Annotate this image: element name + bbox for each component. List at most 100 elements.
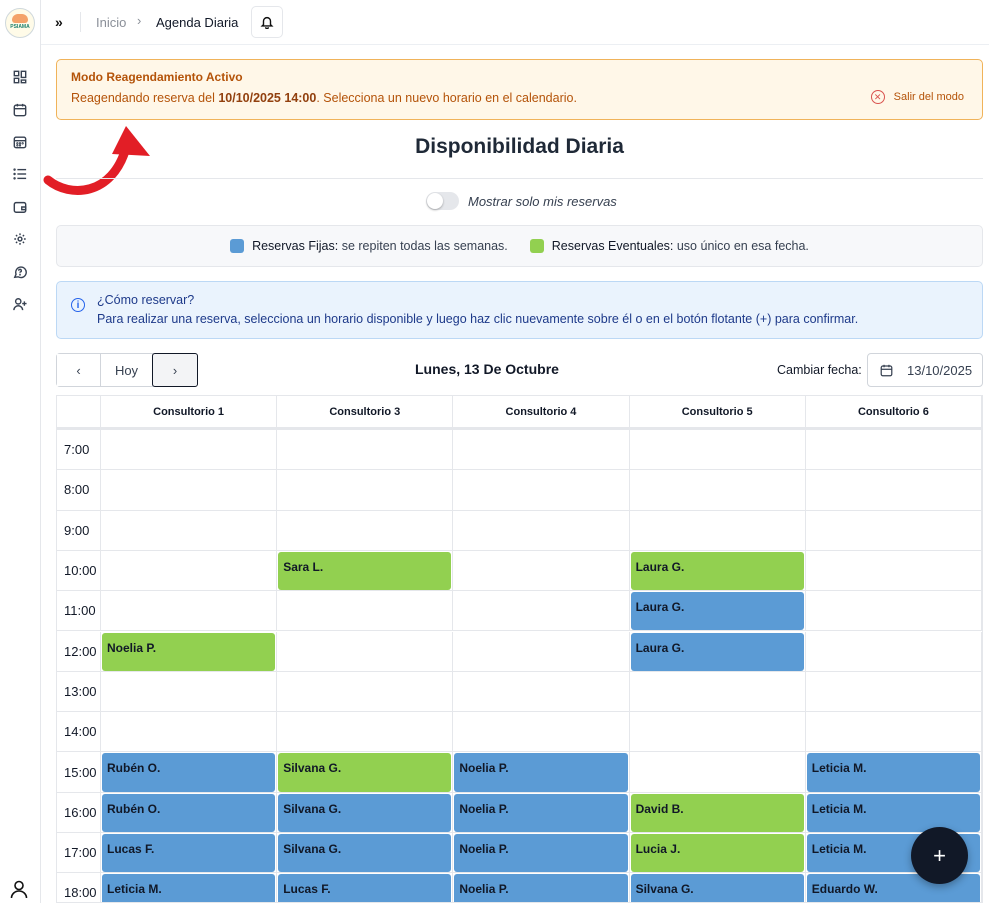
schedule-slot[interactable] [805,631,982,672]
schedule-slot[interactable] [101,430,278,471]
schedule-slot[interactable] [277,470,454,511]
previous-day-button[interactable]: ‹ [57,354,101,386]
schedule-slot[interactable] [629,510,806,551]
schedule-slot[interactable] [101,550,278,592]
schedule-slot[interactable] [629,430,806,471]
date-picker-input[interactable]: 13/10/2025 [867,353,983,387]
divider [80,12,81,32]
schedule-slot[interactable] [453,671,630,713]
reservation-fixed[interactable]: Leticia M. [102,874,276,902]
fixed-swatch [230,239,245,253]
reservation-fixed[interactable]: Noelia P. [454,834,628,873]
schedule-slot[interactable] [277,712,454,753]
legend-event: Reservas Eventuales: uso único en esa fe… [529,239,809,253]
list-icon[interactable] [11,165,29,183]
add-reservation-fab[interactable]: + [911,827,968,884]
user-profile-icon[interactable] [9,879,31,901]
schedule-slot[interactable] [629,712,806,753]
banner-title: Modo Reagendamiento Activo [71,70,243,84]
breadcrumb-current: Agenda Diaria [156,15,239,30]
schedule-slot[interactable] [629,752,806,793]
current-date-label: Lunes, 13 De Octubre [415,361,559,377]
reservation-fixed[interactable]: Laura G. [630,592,804,631]
reservation-event[interactable]: Laura G. [630,551,804,591]
page-title: Disponibilidad Diaria [415,135,624,158]
schedule-slot[interactable] [453,591,630,632]
app-logo[interactable]: PSIAMA [5,8,35,38]
toggle-label: Mostrar solo mis reservas [468,193,617,209]
schedule-slot[interactable] [101,591,278,632]
schedule-slot[interactable] [629,470,806,511]
schedule-slot[interactable] [453,550,630,592]
reservation-event[interactable]: Sara L. [278,551,452,591]
schedule-slot[interactable] [453,430,630,471]
schedule-slot[interactable] [277,430,454,471]
settings-gear-icon[interactable] [11,230,29,248]
reservation-fixed[interactable]: Lucas F. [278,874,452,902]
reservation-fixed[interactable]: Silvana G. [278,834,452,873]
time-slot-label: 10:00 [57,550,101,592]
reservation-event[interactable]: David B. [630,793,804,832]
reservation-fixed[interactable]: Silvana G. [630,874,804,902]
schedule-slot[interactable] [453,510,630,551]
breadcrumb-home-link[interactable]: Inicio [96,15,126,30]
banner-message: Reagendando reserva del 10/10/2025 14:00… [71,91,577,105]
schedule-slot[interactable] [453,470,630,511]
reservation-event[interactable]: Lucia J. [630,834,804,873]
reservation-fixed[interactable]: Rubén O. [102,753,276,792]
schedule-slot[interactable] [277,591,454,632]
next-day-button[interactable]: › [152,353,198,387]
schedule-slot[interactable] [805,671,982,713]
reschedule-mode-banner: Modo Reagendamiento Activo Reagendando r… [56,59,983,120]
add-user-icon[interactable] [11,295,29,313]
reservation-event[interactable]: Noelia P. [102,632,276,671]
reservation-fixed[interactable]: Noelia P. [454,874,628,902]
bell-icon [260,16,274,29]
logo-brain-icon [12,14,28,23]
reservation-fixed[interactable]: Noelia P. [454,753,628,792]
my-reservations-toggle-row: Mostrar solo mis reservas [426,192,617,210]
schedule-slot[interactable] [629,671,806,713]
reservation-fixed[interactable]: Rubén O. [102,793,276,832]
my-reservations-toggle[interactable] [426,192,459,210]
calendar-week-icon[interactable] [11,133,29,151]
schedule-slot[interactable] [805,712,982,753]
reservation-fixed[interactable]: Lucas F. [102,834,276,873]
schedule-slot[interactable] [453,712,630,753]
calendar-day-icon[interactable] [11,101,29,119]
schedule-slot[interactable] [805,591,982,632]
today-button[interactable]: Hoy [101,354,153,386]
schedule-slot[interactable] [277,510,454,551]
reservation-fixed[interactable]: Leticia M. [806,753,980,792]
logo-text: PSIAMA [10,24,30,30]
schedule-slot[interactable] [805,470,982,511]
calendar-icon [880,364,893,376]
notifications-button[interactable] [251,6,283,38]
schedule-slot[interactable] [453,631,630,672]
schedule-grid: Consultorio 1 Consultorio 3 Consultorio 4C… [56,395,983,903]
schedule-slot[interactable] [101,510,278,551]
reservation-legend: Reservas Fijas: se repiten todas las sem… [56,225,983,267]
exit-mode-button[interactable]: ✕ Salir del modo [870,90,964,104]
schedule-slot[interactable] [101,671,278,713]
schedule-slot[interactable] [805,430,982,471]
help-icon[interactable] [11,263,29,281]
dashboard-icon[interactable] [11,68,29,86]
reservation-event[interactable]: Silvana G. [278,753,452,792]
schedule-slot[interactable] [101,470,278,511]
time-slot-label: 11:00 [57,591,101,632]
schedule-slot[interactable] [805,550,982,592]
schedule-slot[interactable] [101,712,278,753]
time-slot-label: 13:00 [57,671,101,713]
expand-sidebar-button[interactable]: » [55,14,63,30]
reservation-fixed[interactable]: Silvana G. [278,793,452,832]
reservation-fixed[interactable]: Laura G. [630,632,804,671]
room-column-header: Consultorio 4 [453,396,630,430]
schedule-slot[interactable] [277,631,454,672]
schedule-slot[interactable] [277,671,454,713]
wallet-icon[interactable] [11,198,29,216]
reservation-fixed[interactable]: Leticia M. [806,793,980,832]
reservation-fixed[interactable]: Noelia P. [454,793,628,832]
schedule-slot[interactable] [805,510,982,551]
info-icon: i [71,298,85,312]
